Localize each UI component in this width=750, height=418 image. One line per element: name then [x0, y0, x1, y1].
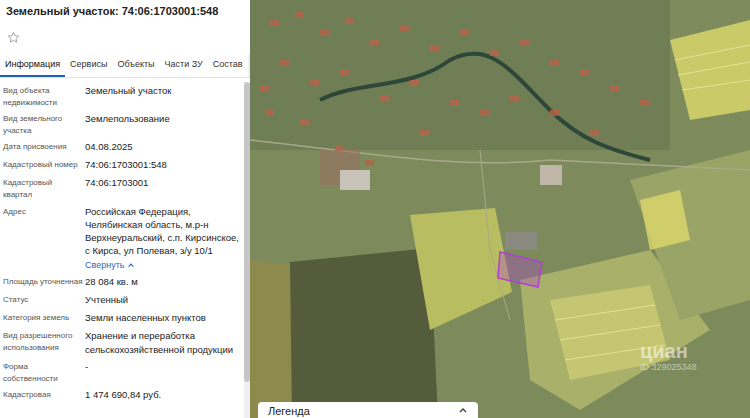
- field-label: Форма собственности: [3, 360, 83, 384]
- panel-title: Земельный участок: 74:06:1703001:548: [0, 0, 250, 21]
- tabs-scroll-button[interactable]: [248, 54, 250, 77]
- field-value: -: [85, 360, 244, 384]
- field-row: СтатусУчтенный: [3, 293, 244, 307]
- building: [265, 110, 274, 116]
- building: [345, 18, 354, 24]
- field-row: Вид разрешенного использованияХранение и…: [3, 329, 244, 356]
- building: [310, 80, 319, 86]
- field-label: Дата присвоения: [3, 140, 83, 154]
- expand-chevron-icon[interactable]: [458, 406, 468, 416]
- building: [300, 120, 309, 126]
- field-row: Вид земельного участкаЗемлепользование: [3, 112, 244, 136]
- field-row: Категория земельЗемли населенных пунктов: [3, 311, 244, 325]
- field-label: Вид разрешенного использования: [3, 329, 83, 356]
- tab[interactable]: Объекты: [112, 54, 159, 77]
- field-row: Вид объекта недвижимостиЗемельный участо…: [3, 84, 244, 108]
- building: [480, 110, 489, 116]
- field-value: 1 474 690,84 руб.: [85, 388, 244, 402]
- field-value: Учтенный: [85, 293, 244, 307]
- field-row: Кадастровый квартал74:06:1703001: [3, 176, 244, 200]
- arrow-right-icon: [248, 62, 250, 70]
- parcel-highlight[interactable]: [498, 252, 542, 287]
- watermark: цианID 329025348: [640, 340, 697, 372]
- field-value: 74:06:1703001:548: [85, 158, 244, 172]
- scrollbar[interactable]: [244, 82, 250, 418]
- field-label: Статус: [3, 293, 83, 307]
- field-label: Адрес: [3, 205, 83, 272]
- building: [380, 95, 389, 101]
- building: [430, 45, 439, 51]
- field-label: Вид объекта недвижимости: [3, 84, 83, 108]
- field-label: Категория земель: [3, 311, 83, 325]
- field-value: Землепользование: [85, 112, 244, 136]
- building: [370, 40, 379, 46]
- building: [450, 100, 459, 106]
- field-row: Дата присвоения04.08.2025: [3, 140, 244, 154]
- building: [420, 130, 429, 136]
- building: [610, 85, 619, 91]
- field-value: 04.08.2025: [85, 140, 244, 154]
- building: [590, 130, 599, 136]
- building: [270, 20, 279, 26]
- field-value: 74:06:1703001: [85, 176, 244, 200]
- scroll-thumb[interactable]: [244, 82, 250, 382]
- field-label: Кадастровая: [3, 388, 83, 402]
- info-body: Вид объекта недвижимостиЗемельный участо…: [0, 78, 250, 418]
- building: [320, 30, 329, 36]
- building: [280, 60, 289, 66]
- field-row: Форма собственности-: [3, 360, 244, 384]
- map-canvas[interactable]: [250, 0, 750, 418]
- info-panel: Земельный участок: 74:06:1703001:548 Инфо…: [0, 0, 250, 418]
- building: [640, 100, 649, 106]
- tab[interactable]: Сервисы: [65, 54, 112, 77]
- collapse-link[interactable]: Свернуть: [85, 259, 240, 272]
- tab-bar: ИнформацияСервисыОбъектыЧасти ЗУСостав: [0, 54, 250, 78]
- building: [520, 40, 529, 46]
- field-row: Кадастровая1 474 690,84 руб.: [3, 388, 244, 402]
- field-row: АдресРоссийская Федерация, Челябинская о…: [3, 205, 244, 272]
- field-label: Площадь уточненная: [3, 275, 83, 289]
- field-row: Площадь уточненная28 084 кв. м: [3, 275, 244, 289]
- building: [510, 95, 519, 101]
- building: [365, 160, 374, 166]
- building: [295, 12, 304, 18]
- field-value: Земли населенных пунктов: [85, 311, 244, 325]
- field-label: Кадастровый номер: [3, 158, 83, 172]
- star-icon[interactable]: [7, 31, 20, 44]
- cadastral-map-app: Земельный участок: 74:06:1703001:548 Инфо…: [0, 0, 750, 418]
- building: [400, 25, 409, 31]
- field-label: Вид земельного участка: [3, 112, 83, 136]
- field-label: Кадастровый квартал: [3, 176, 83, 200]
- field-value: Земельный участок: [85, 84, 244, 108]
- building: [260, 85, 269, 91]
- building: [460, 30, 469, 36]
- field-value: Хранение и переработка сельскохозяйствен…: [85, 329, 244, 356]
- building: [580, 70, 589, 76]
- field-list: Вид объекта недвижимостиЗемельный участо…: [0, 78, 244, 418]
- chevron-up-icon: [127, 261, 135, 269]
- field-row: Кадастровый номер74:06:1703001:548: [3, 158, 244, 172]
- tab[interactable]: Состав: [208, 54, 248, 77]
- building: [490, 50, 499, 56]
- building: [410, 80, 419, 86]
- legend-panel[interactable]: Легенда: [258, 402, 478, 418]
- tab[interactable]: Части ЗУ: [160, 54, 208, 77]
- building: [340, 70, 349, 76]
- field-value: Российская Федерация, Челябинская област…: [85, 205, 244, 272]
- building: [550, 110, 559, 116]
- satellite-map[interactable]: цианID 329025348 Легенда: [250, 0, 750, 418]
- field-value: 28 084 кв. м: [85, 275, 244, 289]
- building: [550, 60, 559, 66]
- tab[interactable]: Информация: [0, 54, 65, 77]
